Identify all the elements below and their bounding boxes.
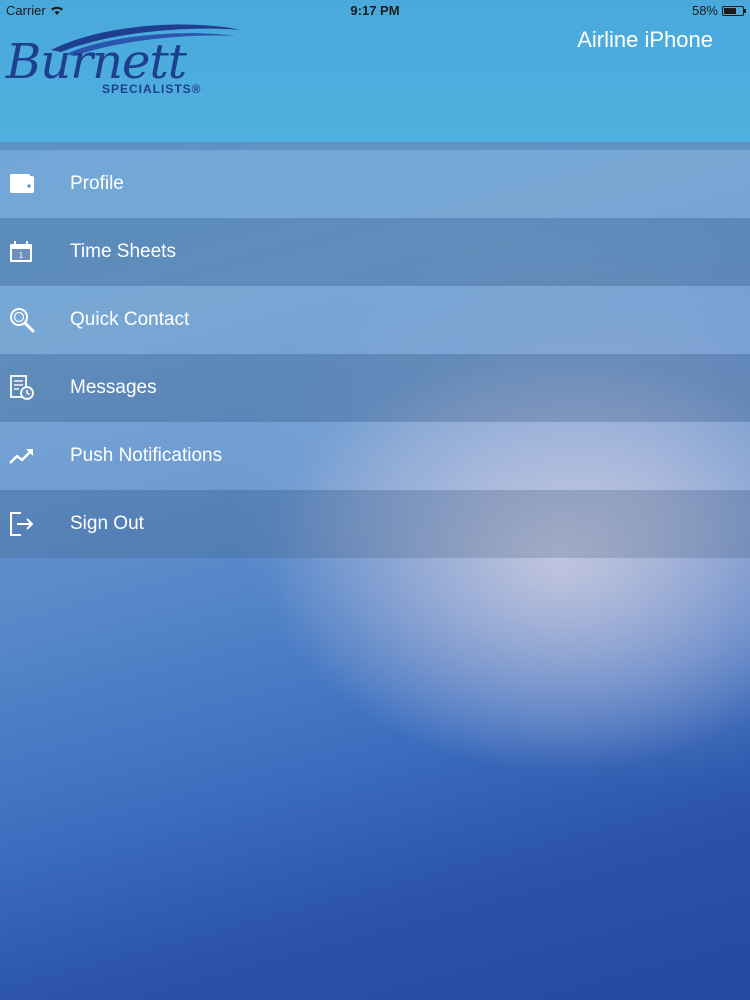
menu-item-label: Messages xyxy=(70,377,157,398)
sign-out-icon xyxy=(10,512,34,536)
side-menu: Profile 1 Time Sheets Quick Contact Mess… xyxy=(0,150,750,558)
logo-subtitle: SPECIALISTS® xyxy=(102,82,202,96)
wallet-icon xyxy=(10,174,34,193)
menu-item-label: Push Notifications xyxy=(70,445,223,466)
svg-text:1: 1 xyxy=(19,251,24,260)
menu-item-label: Sign Out xyxy=(70,513,144,534)
status-bar: Carrier 9:17 PM 58% xyxy=(0,0,750,22)
menu-item-messages[interactable]: Messages xyxy=(0,354,750,422)
menu-item-profile[interactable]: Profile xyxy=(0,150,750,218)
header-divider xyxy=(0,142,750,150)
menu-item-quick-contact[interactable]: Quick Contact xyxy=(0,286,750,354)
document-clock-icon xyxy=(10,375,34,400)
battery-indicator: 58% xyxy=(691,3,746,18)
menu-item-push-notifications[interactable]: Push Notifications xyxy=(0,422,750,490)
menu-item-label: Time Sheets xyxy=(70,241,176,262)
search-icon xyxy=(10,308,35,333)
menu-item-label: Quick Contact xyxy=(70,309,190,330)
menu-item-time-sheets[interactable]: 1 Time Sheets xyxy=(0,218,750,286)
menu-item-sign-out[interactable]: Sign Out xyxy=(0,490,750,558)
battery-percent: 58% xyxy=(691,3,718,18)
header-title: Airline iPhone xyxy=(577,27,713,52)
status-time: 9:17 PM xyxy=(350,3,400,18)
menu-item-label: Profile xyxy=(70,173,124,194)
battery-icon xyxy=(722,5,746,16)
trending-up-icon xyxy=(9,449,33,464)
burnett-logo: Burnett SPECIALISTS® xyxy=(6,20,246,102)
calendar-icon: 1 xyxy=(10,241,32,262)
